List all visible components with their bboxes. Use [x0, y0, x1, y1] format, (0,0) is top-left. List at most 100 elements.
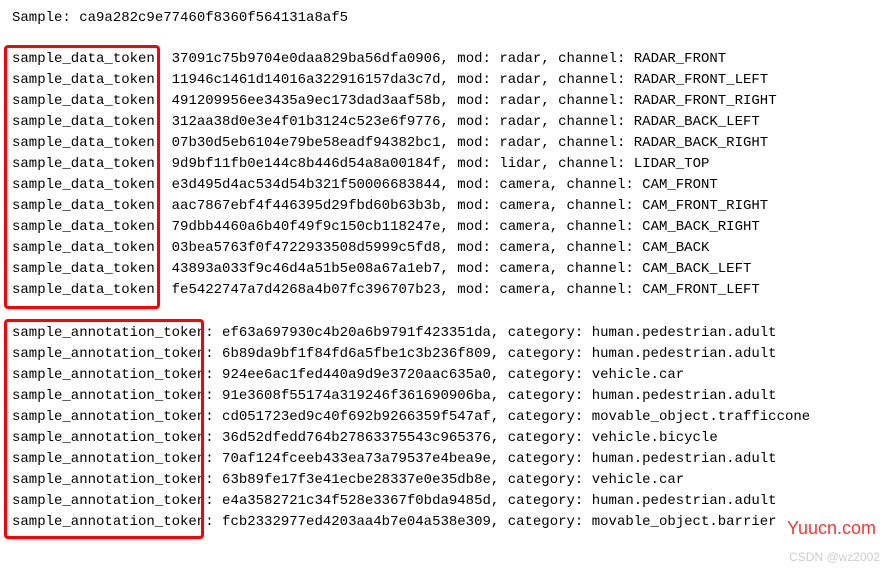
sample-annotation-token: cd051723ed9c40f692b9266359f547af — [222, 409, 491, 425]
sample-data-key-label: sample_data_token: — [12, 72, 163, 88]
mod-value: camera — [499, 261, 549, 277]
sample-data-key-label: sample_data_token: — [12, 219, 163, 235]
channel-label: channel: — [558, 135, 625, 151]
mod-label: mod: — [457, 93, 491, 109]
mod-label: mod: — [457, 135, 491, 151]
sample-data-row: sample_data_token: e3d495d4ac534d54b321f… — [12, 175, 874, 196]
channel-label: channel: — [558, 114, 625, 130]
channel-value: RADAR_FRONT_LEFT — [634, 72, 768, 88]
sample-data-key-label: sample_data_token: — [12, 282, 163, 298]
channel-label: channel: — [558, 72, 625, 88]
category-value: vehicle.car — [592, 472, 684, 488]
sample-data-token: 312aa38d0e3e4f01b3124c523e6f9776 — [172, 114, 441, 130]
sample-annotation-row: sample_annotation_token: 70af124fceeb433… — [12, 449, 874, 470]
sample-data-row: sample_data_token: 79dbb4460a6b40f49f9c1… — [12, 217, 874, 238]
watermark-site: Yuucn.com — [787, 515, 876, 542]
mod-label: mod: — [457, 282, 491, 298]
sample-annotation-key-label: sample_annotation_token: — [12, 430, 214, 446]
sample-data-key-label: sample_data_token: — [12, 261, 163, 277]
category-value: human.pedestrian.adult — [592, 493, 777, 509]
category-label: category: — [508, 409, 584, 425]
sample-data-key-label: sample_data_token: — [12, 240, 163, 256]
category-value: movable_object.trafficcone — [592, 409, 810, 425]
sample-annotation-row: sample_annotation_token: ef63a697930c4b2… — [12, 323, 874, 344]
channel-value: CAM_BACK_RIGHT — [642, 219, 760, 235]
mod-label: mod: — [457, 177, 491, 193]
sample-data-key-label: sample_data_token: — [12, 114, 163, 130]
channel-label: channel: — [567, 240, 634, 256]
channel-value: CAM_FRONT_RIGHT — [642, 198, 768, 214]
sample-header: Sample: ca9a282c9e77460f8360f564131a8af5 — [12, 8, 874, 29]
sample-data-row: sample_data_token: 312aa38d0e3e4f01b3124… — [12, 112, 874, 133]
sample-annotation-token: ef63a697930c4b20a6b9791f423351da — [222, 325, 491, 341]
mod-value: camera — [499, 219, 549, 235]
sample-annotation-token: 70af124fceeb433ea73a79537e4bea9e — [222, 451, 491, 467]
mod-value: camera — [499, 177, 549, 193]
sample-annotation-token: 36d52dfedd764b27863375543c965376 — [222, 430, 491, 446]
category-label: category: — [508, 472, 584, 488]
sample-data-block: sample_data_token: 37091c75b9704e0daa829… — [12, 49, 874, 301]
channel-value: RADAR_FRONT_RIGHT — [634, 93, 777, 109]
sample-data-token: 9d9bf11fb0e144c8b446d54a8a00184f — [172, 156, 441, 172]
sample-annotation-token: 91e3608f55174a319246f361690906ba — [222, 388, 491, 404]
sample-data-row: sample_data_token: aac7867ebf4f446395d29… — [12, 196, 874, 217]
category-label: category: — [508, 388, 584, 404]
category-value: vehicle.car — [592, 367, 684, 383]
sample-data-token: 79dbb4460a6b40f49f9c150cb118247e — [172, 219, 441, 235]
mod-value: radar — [499, 51, 541, 67]
channel-label: channel: — [558, 156, 625, 172]
sample-data-row: sample_data_token: 9d9bf11fb0e144c8b446d… — [12, 154, 874, 175]
sample-data-token: 43893a033f9c46d4a51b5e08a67a1eb7 — [172, 261, 441, 277]
sample-annotation-key-label: sample_annotation_token: — [12, 325, 214, 341]
sample-data-row: sample_data_token: 03bea5763f0f472293350… — [12, 238, 874, 259]
sample-annotation-key-label: sample_annotation_token: — [12, 388, 214, 404]
category-value: human.pedestrian.adult — [592, 325, 777, 341]
channel-label: channel: — [567, 219, 634, 235]
sample-annotation-row: sample_annotation_token: 924ee6ac1fed440… — [12, 365, 874, 386]
sample-annotation-token: fcb2332977ed4203aa4b7e04a538e309 — [222, 514, 491, 530]
sample-data-key-label: sample_data_token: — [12, 51, 163, 67]
sample-token: ca9a282c9e77460f8360f564131a8af5 — [79, 10, 348, 26]
category-label: category: — [508, 346, 584, 362]
channel-label: channel: — [567, 198, 634, 214]
category-label: category: — [508, 451, 584, 467]
sample-data-row: sample_data_token: 491209956ee3435a9ec17… — [12, 91, 874, 112]
sample-data-row: sample_data_token: fe5422747a7d4268a4b07… — [12, 280, 874, 301]
sample-annotation-token: 924ee6ac1fed440a9d9e3720aac635a0 — [222, 367, 491, 383]
sample-annotation-key-label: sample_annotation_token: — [12, 472, 214, 488]
mod-value: radar — [499, 135, 541, 151]
mod-label: mod: — [457, 219, 491, 235]
channel-value: LIDAR_TOP — [634, 156, 710, 172]
sample-data-key-label: sample_data_token: — [12, 93, 163, 109]
channel-value: RADAR_FRONT — [634, 51, 726, 67]
channel-label: channel: — [567, 282, 634, 298]
sample-data-token: 491209956ee3435a9ec173dad3aaf58b — [172, 93, 441, 109]
mod-label: mod: — [457, 156, 491, 172]
channel-label: channel: — [558, 51, 625, 67]
sample-data-token: 03bea5763f0f4722933508d5999c5fd8 — [172, 240, 441, 256]
category-value: human.pedestrian.adult — [592, 388, 777, 404]
category-label: category: — [508, 430, 584, 446]
category-value: movable_object.barrier — [592, 514, 777, 530]
sample-annotation-row: sample_annotation_token: 63b89fe17f3e41e… — [12, 470, 874, 491]
channel-label: channel: — [567, 177, 634, 193]
sample-data-token: 37091c75b9704e0daa829ba56dfa0906 — [172, 51, 441, 67]
sample-label: Sample: — [12, 10, 71, 26]
mod-label: mod: — [457, 198, 491, 214]
sample-data-row: sample_data_token: 43893a033f9c46d4a51b5… — [12, 259, 874, 280]
channel-value: CAM_FRONT_LEFT — [642, 282, 760, 298]
mod-value: camera — [499, 282, 549, 298]
channel-value: CAM_BACK — [642, 240, 709, 256]
mod-value: radar — [499, 72, 541, 88]
sample-data-row: sample_data_token: 07b30d5eb6104e79be58e… — [12, 133, 874, 154]
sample-annotation-row: sample_annotation_token: 6b89da9bf1f84fd… — [12, 344, 874, 365]
mod-value: lidar — [499, 156, 541, 172]
category-value: human.pedestrian.adult — [592, 451, 777, 467]
channel-value: CAM_BACK_LEFT — [642, 261, 751, 277]
sample-data-key-label: sample_data_token: — [12, 156, 163, 172]
sample-data-key-label: sample_data_token: — [12, 135, 163, 151]
channel-label: channel: — [567, 261, 634, 277]
channel-value: CAM_FRONT — [642, 177, 718, 193]
mod-value: camera — [499, 240, 549, 256]
category-label: category: — [508, 325, 584, 341]
